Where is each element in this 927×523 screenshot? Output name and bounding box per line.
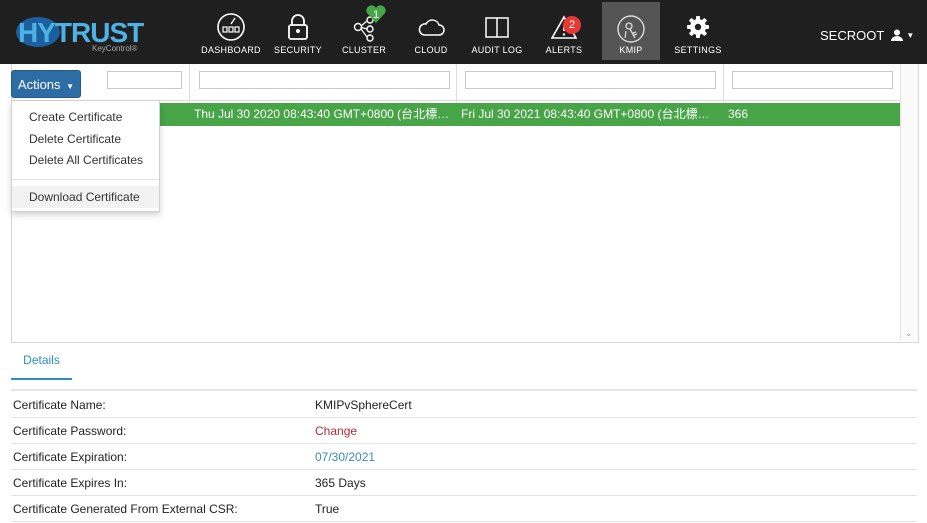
nav-label: CLUSTER [341, 45, 387, 55]
actions-dropdown-button[interactable]: Actions ▼ [11, 70, 81, 98]
menu-item-delete-certificate[interactable]: Delete Certificate [12, 128, 159, 150]
detail-row-certificate-expiration: Certificate Expiration: 07/30/2021 [11, 443, 917, 470]
detail-value: True [315, 502, 340, 516]
nav-label: CLOUD [414, 45, 448, 55]
cell-days: 366 [728, 107, 749, 121]
tab-details[interactable]: Details [11, 350, 72, 380]
actions-label: Actions [17, 77, 61, 92]
nav-cloud[interactable]: CLOUD [400, 0, 462, 64]
lock-icon [288, 14, 308, 40]
nav-label: DASHBOARD [201, 45, 261, 55]
menu-divider [12, 179, 159, 180]
user-icon [890, 29, 903, 41]
nav-label: SETTINGS [674, 45, 722, 55]
cloud-icon [418, 19, 445, 36]
actions-menu: Create Certificate Delete Certificate De… [11, 100, 160, 212]
nav-alerts[interactable]: 2 ALERTS [533, 0, 595, 64]
alerts-badge: 2 [563, 16, 581, 34]
scroll-down-icon[interactable]: ⌄ [905, 328, 913, 339]
detail-label: Certificate Generated From External CSR: [13, 502, 238, 516]
logo-subtext: KeyControl® [92, 44, 138, 53]
book-icon [485, 17, 509, 38]
cluster-badge: 1 [372, 9, 380, 21]
detail-label: Certificate Name: [13, 398, 106, 412]
filter-input-col4[interactable] [732, 71, 893, 89]
detail-value: 365 Days [315, 476, 366, 490]
menu-item-delete-all-certificates[interactable]: Delete All Certificates [12, 149, 159, 171]
nav-label: ALERTS [545, 45, 583, 55]
change-password-link[interactable]: Change [315, 424, 357, 438]
detail-row-expires-in: Certificate Expires In: 365 Days [11, 469, 917, 496]
menu-item-download-certificate[interactable]: Download Certificate [12, 186, 159, 208]
detail-label: Certificate Password: [13, 424, 127, 438]
nav-dashboard[interactable]: DASHBOARD [200, 0, 262, 64]
username: SECROOT [820, 28, 885, 43]
filter-input-col1[interactable] [107, 71, 182, 89]
nav-security[interactable]: SECURITY [267, 0, 329, 64]
caret-down-icon: ▼ [66, 82, 75, 91]
expiration-date-link[interactable]: 07/30/2021 [315, 450, 375, 464]
detail-row-certificate-password: Certificate Password: Change [11, 417, 917, 444]
nav-label: KMIP [619, 45, 643, 55]
nav-kmip[interactable]: KMIP [602, 2, 660, 60]
detail-label: Certificate Expires In: [13, 476, 128, 490]
nav-label: AUDIT LOG [471, 45, 523, 55]
nav-settings[interactable]: SETTINGS [667, 0, 729, 64]
detail-value: KMIPvSphereCert [315, 398, 412, 412]
cell-created: Thu Jul 30 2020 08:43:40 GMT+0800 (台北標準時… [194, 107, 451, 121]
gear-icon [687, 16, 709, 38]
nav-label: SECURITY [274, 45, 322, 55]
vertical-scrollbar[interactable]: ⌄ [900, 64, 918, 341]
detail-row-external-csr: Certificate Generated From External CSR:… [11, 495, 917, 522]
hytrust-logo[interactable]: HYTRUST KeyControl® [14, 14, 144, 54]
user-menu[interactable]: SECROOT ▼ [820, 28, 914, 43]
cell-expires: Fri Jul 30 2021 08:43:40 GMT+0800 (台北標準時… [461, 107, 718, 121]
caret-down-icon: ▼ [906, 31, 915, 40]
detail-label: Certificate Expiration: [13, 450, 128, 464]
nav-cluster[interactable]: 1 CLUSTER [333, 0, 395, 64]
kmip-icon [617, 15, 645, 43]
top-navigation-bar: HYTRUST KeyControl® DASHBOARD SECURITY 1… [0, 0, 927, 64]
menu-item-create-certificate[interactable]: Create Certificate [12, 106, 159, 128]
filter-input-col2[interactable] [199, 71, 450, 89]
detail-row-certificate-name: Certificate Name: KMIPvSphereCert [11, 391, 917, 418]
nav-audit-log[interactable]: AUDIT LOG [466, 0, 528, 64]
filter-input-col3[interactable] [465, 71, 716, 89]
dashboard-icon [217, 13, 245, 41]
